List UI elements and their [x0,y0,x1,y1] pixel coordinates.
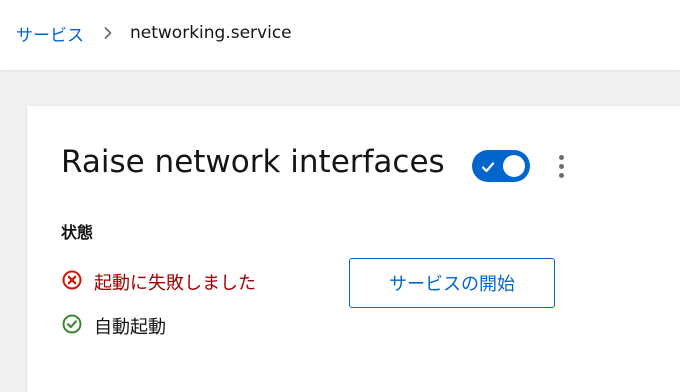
start-service-button[interactable]: サービスの開始 [349,258,555,308]
service-enable-toggle[interactable] [472,150,530,182]
toggle-knob [503,155,525,177]
check-circle-icon [62,314,94,339]
kebab-dot [558,172,564,178]
kebab-menu-button[interactable] [551,150,571,182]
kebab-dot [558,163,564,169]
top-bar: サービス networking.service [0,0,680,70]
breadcrumb-services-link[interactable]: サービス [16,21,84,46]
page-title: Raise network interfaces [61,144,445,180]
error-circle-icon [62,270,94,295]
kebab-dot [558,154,564,160]
status-heading: 状態 [61,223,94,242]
status-enabled: 自動起動 [62,313,166,339]
chevron-right-icon [94,27,122,39]
status-failed-text: 起動に失敗しました [94,273,256,294]
check-icon [481,159,495,178]
breadcrumb: サービス networking.service [16,19,292,47]
status-enabled-text: 自動起動 [94,317,166,338]
status-failed: 起動に失敗しました [62,269,256,295]
breadcrumb-current: networking.service [130,23,292,43]
service-card: Raise network interfaces 状態 起動に失敗しました 自動… [27,106,680,392]
